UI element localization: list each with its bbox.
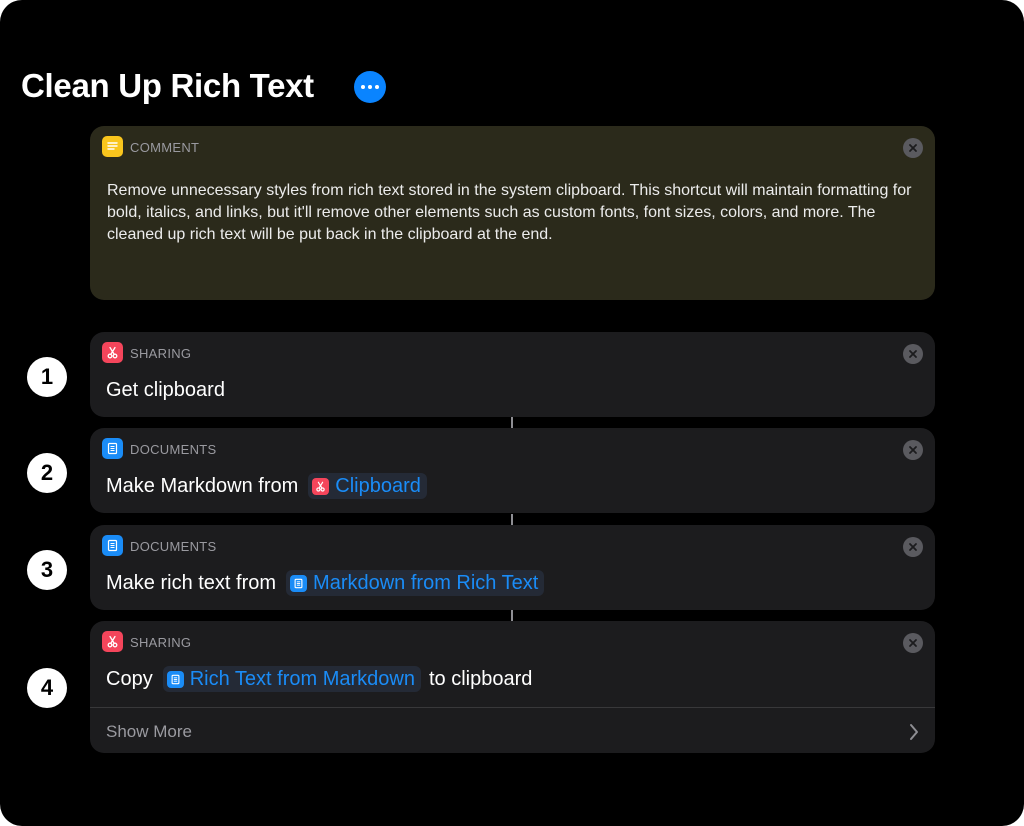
action-connector <box>511 610 513 621</box>
make-rich-text-action-card[interactable]: DOCUMENTS Make rich text from Markdown f… <box>90 525 935 610</box>
clipboard-variable-token[interactable]: Clipboard <box>308 473 427 499</box>
remove-action-button[interactable] <box>903 138 923 158</box>
remove-action-button[interactable] <box>903 537 923 557</box>
show-more-button[interactable]: Show More <box>106 721 192 743</box>
close-icon <box>909 446 917 454</box>
step-number-badge: 3 <box>27 550 67 590</box>
action-title: Make rich text from Markdown from Rich T… <box>106 570 552 596</box>
page-title: Clean Up Rich Text <box>21 67 314 104</box>
action-title: Copy Rich Text from Markdown to clipboar… <box>106 666 532 692</box>
action-category-label: SHARING <box>130 635 192 650</box>
action-category-label: DOCUMENTS <box>130 539 217 554</box>
action-category-label: SHARING <box>130 346 192 361</box>
chevron-right-icon[interactable] <box>909 723 919 741</box>
action-title: Get clipboard <box>106 377 225 403</box>
close-icon <box>909 543 917 551</box>
action-title-text: Make rich text from <box>106 572 277 594</box>
step-number-badge: 1 <box>27 357 67 397</box>
comment-action-card[interactable]: COMMENT Remove unnecessary styles from r… <box>90 126 935 300</box>
document-icon <box>290 574 308 592</box>
variable-label: Markdown from Rich Text <box>313 572 539 594</box>
action-category-label: DOCUMENTS <box>130 442 217 457</box>
comment-lines-icon <box>102 136 123 157</box>
document-icon <box>166 670 184 688</box>
more-dot <box>361 85 365 89</box>
close-icon <box>909 350 917 358</box>
variable-label: Rich Text from Markdown <box>189 668 415 690</box>
scissors-icon <box>312 477 330 495</box>
step-number-badge: 2 <box>27 453 67 493</box>
action-connector <box>511 417 513 428</box>
comment-category-label: COMMENT <box>130 140 200 155</box>
variable-label: Clipboard <box>335 475 421 497</box>
more-dot <box>375 85 379 89</box>
action-title-text: Copy <box>106 668 153 690</box>
remove-action-button[interactable] <box>903 633 923 653</box>
make-markdown-action-card[interactable]: DOCUMENTS Make Markdown from Clipboard <box>90 428 935 513</box>
scissors-icon <box>102 342 123 363</box>
document-icon <box>102 535 123 556</box>
get-clipboard-action-card[interactable]: SHARING Get clipboard <box>90 332 935 417</box>
step-number-badge: 4 <box>27 668 67 708</box>
scissors-icon <box>102 631 123 652</box>
divider <box>90 707 935 708</box>
shortcut-editor: Clean Up Rich Text COMMENT Remove unnece… <box>0 0 1024 826</box>
more-dot <box>368 85 372 89</box>
close-icon <box>909 639 917 647</box>
copy-to-clipboard-action-card[interactable]: SHARING Copy Rich Text from Markdown to … <box>90 621 935 753</box>
action-title-text: Get clipboard <box>106 379 225 401</box>
action-title-text: Make Markdown from <box>106 475 299 497</box>
rich-text-variable-token[interactable]: Rich Text from Markdown <box>162 666 421 692</box>
remove-action-button[interactable] <box>903 344 923 364</box>
close-icon <box>909 144 917 152</box>
markdown-variable-token[interactable]: Markdown from Rich Text <box>286 570 545 596</box>
action-connector <box>511 514 513 525</box>
action-title-suffix: to clipboard <box>428 668 533 690</box>
action-title: Make Markdown from Clipboard <box>106 473 435 499</box>
more-options-button[interactable] <box>354 71 386 103</box>
comment-text[interactable]: Remove unnecessary styles from rich text… <box>107 180 922 246</box>
document-icon <box>102 438 123 459</box>
remove-action-button[interactable] <box>903 440 923 460</box>
